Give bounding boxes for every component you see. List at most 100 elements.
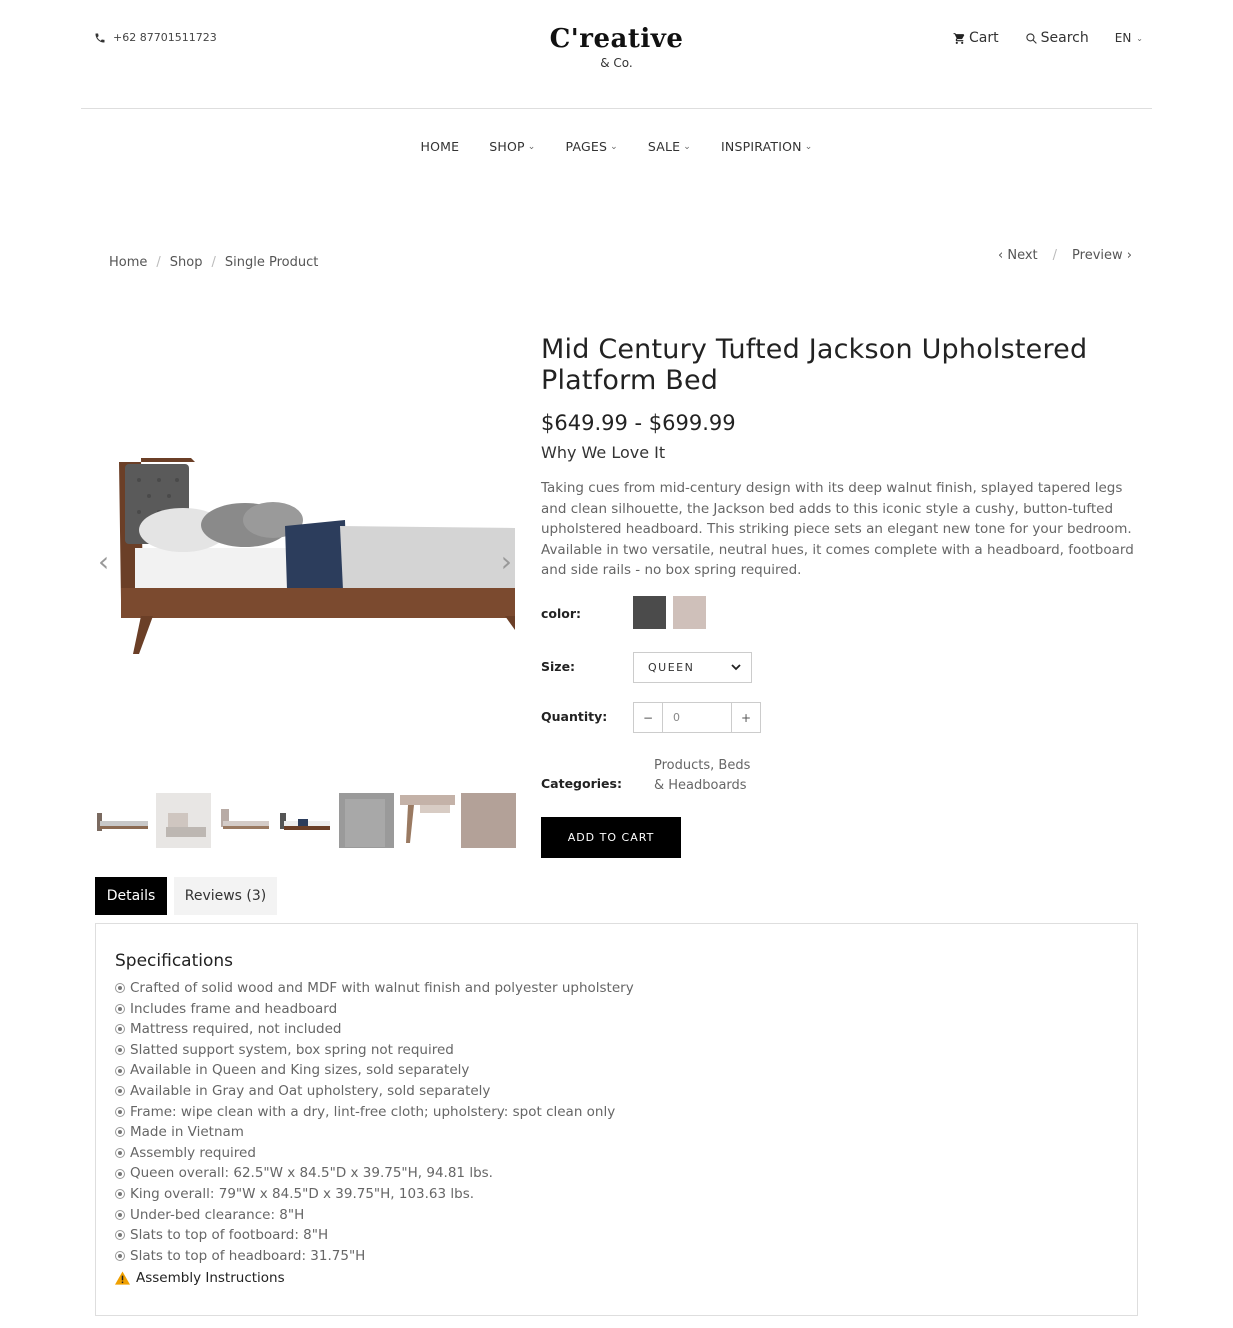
preview-product-link[interactable]: Preview › <box>1072 248 1132 263</box>
cart-link[interactable]: Cart <box>953 30 999 46</box>
bullet-icon <box>115 983 125 994</box>
quantity-increment-button[interactable]: + <box>731 703 760 732</box>
breadcrumb-home[interactable]: Home <box>109 255 147 270</box>
next-product-link[interactable]: ‹ Next <box>998 248 1038 263</box>
bullet-icon <box>115 1168 125 1179</box>
thumbnail-strip <box>95 793 516 848</box>
tab-reviews[interactable]: Reviews (3) <box>174 877 277 915</box>
main-nav: HOME SHOP ⌄ PAGES ⌄ SALE ⌄ INSPIRATION ⌄ <box>0 139 1233 154</box>
thumbnail-5[interactable] <box>339 793 394 848</box>
quantity-input[interactable]: 0 <box>663 703 731 732</box>
bullet-icon <box>115 1230 125 1241</box>
chevron-down-icon: ⌄ <box>683 141 692 152</box>
thumbnail-image <box>97 813 148 831</box>
nav-item-inspiration[interactable]: INSPIRATION ⌄ <box>721 139 812 154</box>
nav-item-shop[interactable]: SHOP ⌄ <box>489 139 535 154</box>
product-title: Mid Century Tufted Jackson Upholstered P… <box>541 334 1088 396</box>
chevron-down-icon: ⌄ <box>1136 33 1143 43</box>
nav-item-label: SALE <box>647 139 681 154</box>
spec-item-text: Mattress required, not included <box>130 1021 342 1038</box>
spec-item-text: Slats to top of footboard: 8"H <box>130 1227 329 1244</box>
bullet-icon <box>115 1003 125 1014</box>
nav-item-home[interactable]: HOME <box>421 139 460 154</box>
cart-icon <box>953 32 965 44</box>
thumbnail-7[interactable] <box>461 793 516 848</box>
nav-item-label: PAGES <box>565 139 608 154</box>
search-icon <box>1025 32 1037 44</box>
color-swatch-oat[interactable] <box>673 596 706 629</box>
spec-item-text: King overall: 79"W x 84.5"D x 39.75"H, 1… <box>130 1185 475 1202</box>
breadcrumb-shop[interactable]: Shop <box>170 255 203 270</box>
spec-item: Slatted support system, box spring not r… <box>115 1040 1118 1061</box>
quantity-label: Quantity: <box>541 709 608 724</box>
thumbnail-3[interactable] <box>217 793 272 848</box>
spec-item: Slats to top of headboard: 31.75"H <box>115 1246 1118 1267</box>
thumbnail-2[interactable] <box>156 793 211 848</box>
product-pager: ‹ Next / Preview › <box>998 248 1132 263</box>
thumbnail-image <box>400 795 455 843</box>
specifications-list: Crafted of solid wood and MDF with walnu… <box>115 978 1118 1266</box>
product-price: $649.99 - $699.99 <box>541 411 736 435</box>
spec-item-text: Assembly required <box>130 1144 256 1161</box>
tab-details[interactable]: Details <box>95 877 167 915</box>
specifications-panel: Specifications Crafted of solid wood and… <box>95 923 1138 1316</box>
spec-item: Mattress required, not included <box>115 1019 1118 1040</box>
categories-value[interactable]: Products, Beds & Headboards <box>654 756 764 795</box>
thumbnail-image <box>221 809 269 829</box>
bullet-icon <box>115 1209 125 1220</box>
thumbnail-4[interactable] <box>278 793 333 848</box>
spec-item: Queen overall: 62.5"W x 84.5"D x 39.75"H… <box>115 1163 1118 1184</box>
gallery-next-arrow[interactable]: › <box>501 545 512 578</box>
spec-item-text: Queen overall: 62.5"W x 84.5"D x 39.75"H… <box>130 1165 493 1182</box>
bullet-icon <box>115 1024 125 1035</box>
quantity-stepper: − 0 + <box>633 702 761 733</box>
spec-item: Made in Vietnam <box>115 1122 1118 1143</box>
thumbnail-6[interactable] <box>400 793 455 848</box>
size-select-value: QUEEN <box>648 661 695 674</box>
size-label: Size: <box>541 659 576 674</box>
product-description: Taking cues from mid-century design with… <box>541 480 1134 578</box>
bullet-icon <box>115 1065 125 1076</box>
next-label: Next <box>1007 248 1038 263</box>
spec-item: Frame: wipe clean with a dry, lint-free … <box>115 1102 1118 1123</box>
spec-item-text: Includes frame and headboard <box>130 1000 338 1017</box>
search-label: Search <box>1040 30 1089 46</box>
quantity-decrement-button[interactable]: − <box>634 703 663 732</box>
bullet-icon <box>115 1251 125 1262</box>
spec-item-text: Slats to top of headboard: 31.75"H <box>130 1247 366 1264</box>
chevron-down-icon: ⌄ <box>804 141 813 152</box>
color-label: color: <box>541 606 582 621</box>
chevron-down-icon <box>731 664 741 671</box>
size-select[interactable]: QUEEN <box>633 652 752 683</box>
top-header: +62 87701511723 C'reative & Co. Cart Sea… <box>0 0 1233 108</box>
gallery-prev-arrow[interactable]: ‹ <box>98 545 109 578</box>
add-to-cart-button[interactable]: ADD TO CART <box>541 817 681 858</box>
preview-label: Preview <box>1072 248 1123 263</box>
assembly-instructions-link[interactable]: Assembly Instructions <box>115 1267 1118 1288</box>
product-subtitle: Why We Love It <box>541 443 666 462</box>
nav-item-pages[interactable]: PAGES ⌄ <box>566 139 618 154</box>
color-swatch-gray[interactable] <box>633 596 666 629</box>
nav-item-sale[interactable]: SALE ⌄ <box>648 139 691 154</box>
nav-item-label: HOME <box>420 139 460 154</box>
spec-item: Slats to top of footboard: 8"H <box>115 1225 1118 1246</box>
spec-item: King overall: 79"W x 84.5"D x 39.75"H, 1… <box>115 1184 1118 1205</box>
spec-item-text: Frame: wipe clean with a dry, lint-free … <box>130 1103 616 1120</box>
spec-item: Crafted of solid wood and MDF with walnu… <box>115 978 1118 999</box>
breadcrumb: Home / Shop / Single Product <box>109 255 318 270</box>
bullet-icon <box>115 1045 125 1056</box>
assembly-instructions-label: Assembly Instructions <box>136 1269 285 1286</box>
thumbnail-image <box>339 793 394 848</box>
nav-item-label: INSPIRATION <box>721 139 802 154</box>
spec-item: Available in Gray and Oat upholstery, so… <box>115 1081 1118 1102</box>
bullet-icon <box>115 1148 125 1159</box>
search-link[interactable]: Search <box>1025 30 1089 46</box>
breadcrumb-separator: / <box>211 255 216 270</box>
spec-item-text: Crafted of solid wood and MDF with walnu… <box>130 980 634 996</box>
warning-icon <box>115 1271 130 1285</box>
language-label: EN <box>1114 31 1132 45</box>
bed-image <box>119 458 515 654</box>
cart-label: Cart <box>969 30 999 46</box>
language-selector[interactable]: EN ⌄ <box>1115 31 1143 45</box>
thumbnail-1[interactable] <box>95 793 150 848</box>
